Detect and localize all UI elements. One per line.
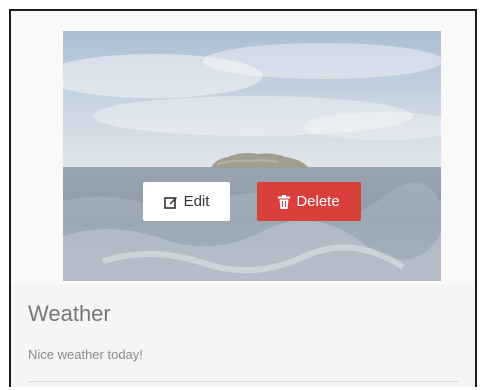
post-card: Edit Delete Weather Nice weather today! (9, 9, 477, 387)
edit-button-label: Edit (183, 193, 210, 210)
card-media: Edit Delete (11, 11, 475, 284)
trash-icon (278, 194, 291, 209)
delete-button[interactable]: Delete (257, 182, 361, 221)
image-dim-overlay (63, 31, 441, 281)
card-divider (28, 381, 458, 382)
sea-island-image (63, 31, 441, 281)
edit-button[interactable]: Edit (143, 182, 230, 221)
card-description: Nice weather today! (28, 347, 143, 362)
delete-button-label: Delete (296, 193, 340, 210)
edit-icon (163, 195, 178, 209)
card-title: Weather (28, 301, 111, 326)
